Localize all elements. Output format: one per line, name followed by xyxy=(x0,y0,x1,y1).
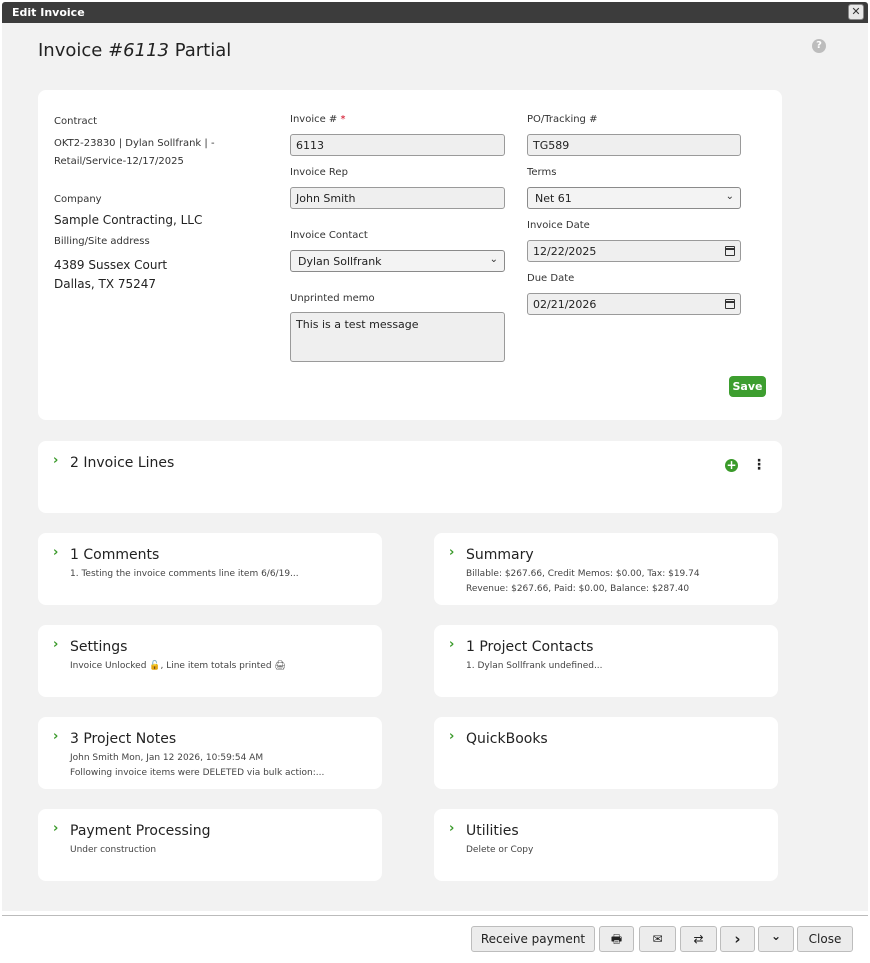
invoice-contact-select[interactable]: Dylan Sollfrank ⌄ xyxy=(290,250,505,272)
edit-invoice-dialog: Edit Invoice ✕ Invoice #6113 Partial ? C… xyxy=(2,2,868,961)
dialog-title: Edit Invoice xyxy=(12,6,85,19)
receive-payment-button[interactable]: Receive payment xyxy=(471,926,595,952)
next-button[interactable]: › xyxy=(720,926,755,952)
due-date-label: Due Date xyxy=(527,273,575,284)
chevron-right-icon: › xyxy=(734,930,741,948)
invoice-date-label: Invoice Date xyxy=(527,220,590,231)
company-value: Sample Contracting, LLC xyxy=(54,213,203,227)
calendar-icon[interactable] xyxy=(725,299,735,309)
terms-label: Terms xyxy=(527,167,557,178)
more-button[interactable]: ⌄ xyxy=(758,926,794,952)
invoice-date-value: 12/22/2025 xyxy=(533,245,597,258)
project-notes-line1: John Smith Mon, Jan 12 2026, 10:59:54 AM xyxy=(70,753,264,763)
close-icon[interactable]: ✕ xyxy=(848,4,864,20)
transfer-button[interactable]: ⇄ xyxy=(680,926,717,952)
invoice-number-heading: #6113 xyxy=(108,40,169,61)
chevron-right-icon[interactable]: › xyxy=(449,821,454,836)
calendar-icon[interactable] xyxy=(725,246,735,256)
address-line1: 4389 Sussex Court xyxy=(54,258,168,272)
invoice-lines-title[interactable]: 2 Invoice Lines xyxy=(70,455,174,471)
help-icon[interactable]: ? xyxy=(812,39,826,53)
chevron-right-icon[interactable]: › xyxy=(53,545,58,560)
email-icon: ✉ xyxy=(652,932,663,946)
quickbooks-title[interactable]: QuickBooks xyxy=(466,731,548,747)
po-tracking-label: PO/Tracking # xyxy=(527,114,598,125)
settings-card[interactable]: › Settings Invoice Unlocked 🔓, Line item… xyxy=(38,625,382,697)
transfer-icon: ⇄ xyxy=(693,932,704,946)
invoice-number-input[interactable]: 6113 xyxy=(290,134,505,156)
payment-processing-line1: Under construction xyxy=(70,845,157,855)
chevron-right-icon[interactable]: › xyxy=(53,821,58,836)
comments-card[interactable]: › 1 Comments 1. Testing the invoice comm… xyxy=(38,533,382,605)
address-label: Billing/Site address xyxy=(54,236,150,247)
due-date-input[interactable]: 02/21/2026 xyxy=(527,293,741,315)
more-options-icon[interactable]: ⋮ xyxy=(752,458,766,472)
project-contacts-line1: 1. Dylan Sollfrank undefined... xyxy=(466,661,603,671)
invoice-rep-label: Invoice Rep xyxy=(290,167,348,178)
print-button[interactable]: 🖶 xyxy=(599,926,634,952)
invoice-form-card: Contract OKT2-23830 | Dylan Sollfrank | … xyxy=(38,90,782,420)
summary-line1: Billable: $267.66, Credit Memos: $0.00, … xyxy=(466,569,700,579)
chevron-right-icon[interactable]: › xyxy=(53,637,58,652)
add-line-icon[interactable]: + xyxy=(725,459,738,472)
utilities-card[interactable]: › Utilities Delete or Copy xyxy=(434,809,778,881)
terms-select[interactable]: Net 61 ⌄ xyxy=(527,187,741,209)
chevron-right-icon[interactable]: › xyxy=(449,637,454,652)
dialog-content: Invoice #6113 Partial ? Contract OKT2-23… xyxy=(2,23,868,911)
settings-line1: Invoice Unlocked 🔓, Line item totals pri… xyxy=(70,661,286,671)
quickbooks-card[interactable]: › QuickBooks xyxy=(434,717,778,789)
memo-label: Unprinted memo xyxy=(290,293,375,304)
chevron-down-icon: ⌄ xyxy=(725,191,734,202)
chevron-right-icon[interactable]: › xyxy=(449,729,454,744)
payment-processing-card[interactable]: › Payment Processing Under construction xyxy=(38,809,382,881)
invoice-rep-input[interactable]: John Smith xyxy=(290,187,505,209)
invoice-contact-value: Dylan Sollfrank xyxy=(298,255,382,268)
payment-processing-title[interactable]: Payment Processing xyxy=(70,823,211,839)
invoice-number-label-text: Invoice # xyxy=(290,114,341,125)
chevron-down-icon: ⌄ xyxy=(489,254,498,265)
email-button[interactable]: ✉ xyxy=(639,926,676,952)
chevron-down-icon: ⌄ xyxy=(770,929,782,943)
chevron-right-icon[interactable]: › xyxy=(53,729,58,744)
utilities-title[interactable]: Utilities xyxy=(466,823,519,839)
invoice-date-input[interactable]: 12/22/2025 xyxy=(527,240,741,262)
required-marker: * xyxy=(340,114,346,125)
page-title: Invoice #6113 Partial xyxy=(38,40,231,61)
summary-line2: Revenue: $267.66, Paid: $0.00, Balance: … xyxy=(466,584,690,594)
contract-line1[interactable]: OKT2-23830 | Dylan Sollfrank | - xyxy=(54,135,215,153)
comments-line1: 1. Testing the invoice comments line ite… xyxy=(70,569,299,579)
print-icon: 🖶 xyxy=(610,932,623,946)
settings-title[interactable]: Settings xyxy=(70,639,127,655)
project-notes-line2: Following invoice items were DELETED via… xyxy=(70,768,325,778)
memo-textarea[interactable]: This is a test message xyxy=(290,312,505,362)
chevron-right-icon[interactable]: › xyxy=(449,545,454,560)
comments-title[interactable]: 1 Comments xyxy=(70,547,159,563)
summary-card[interactable]: › Summary Billable: $267.66, Credit Memo… xyxy=(434,533,778,605)
save-button[interactable]: Save xyxy=(729,376,766,397)
close-button[interactable]: Close xyxy=(797,926,853,952)
summary-title[interactable]: Summary xyxy=(466,547,534,563)
terms-value: Net 61 xyxy=(535,192,572,205)
utilities-line1: Delete or Copy xyxy=(466,845,534,855)
project-contacts-title[interactable]: 1 Project Contacts xyxy=(466,639,593,655)
project-notes-title[interactable]: 3 Project Notes xyxy=(70,731,176,747)
chevron-right-icon[interactable]: › xyxy=(53,453,58,468)
address-line2: Dallas, TX 75247 xyxy=(54,277,157,291)
contract-line2[interactable]: Retail/Service-12/17/2025 xyxy=(54,153,184,171)
invoice-status: Partial xyxy=(168,40,232,61)
project-notes-card[interactable]: › 3 Project Notes John Smith Mon, Jan 12… xyxy=(38,717,382,789)
invoice-contact-label: Invoice Contact xyxy=(290,230,368,241)
dialog-titlebar: Edit Invoice ✕ xyxy=(2,2,868,23)
contract-label: Contract xyxy=(54,116,98,127)
due-date-value: 02/21/2026 xyxy=(533,298,597,311)
invoice-lines-card[interactable]: › 2 Invoice Lines + ⋮ xyxy=(38,441,782,513)
po-tracking-input[interactable]: TG589 xyxy=(527,134,741,156)
company-label: Company xyxy=(54,194,102,205)
title-prefix: Invoice xyxy=(38,40,109,61)
dialog-footer: Receive payment 🖶 ✉ ⇄ › ⌄ Close xyxy=(2,915,868,961)
project-contacts-card[interactable]: › 1 Project Contacts 1. Dylan Sollfrank … xyxy=(434,625,778,697)
invoice-number-label: Invoice # * xyxy=(290,114,346,125)
